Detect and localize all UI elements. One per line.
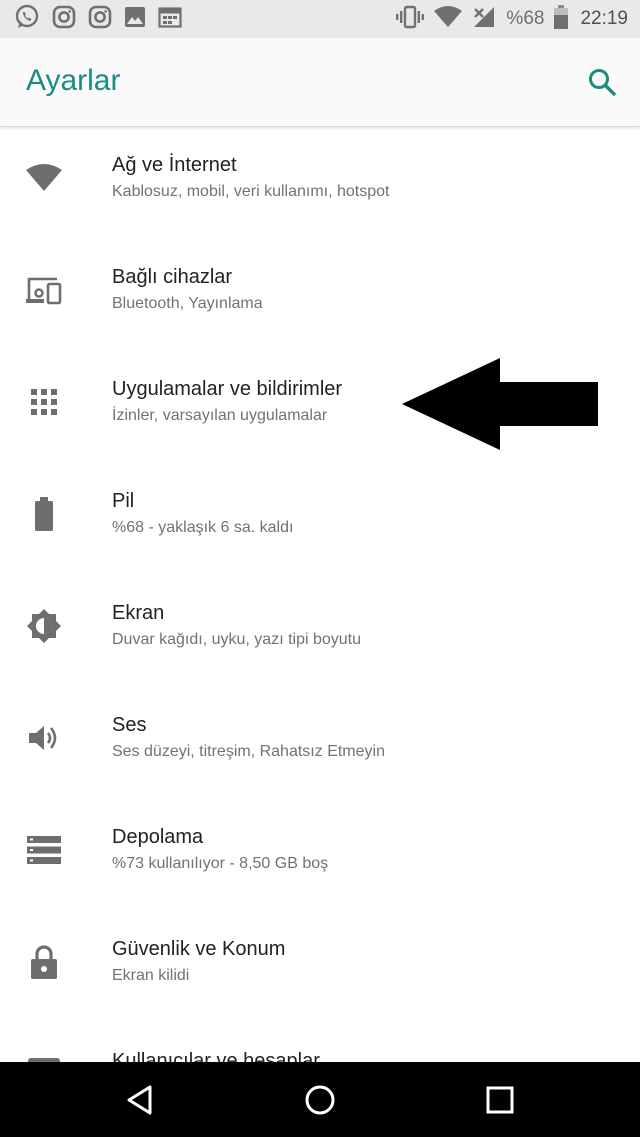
- settings-item-title: Kullanıcılar ve hesaplar: [112, 1050, 320, 1062]
- navigation-bar: [0, 1062, 640, 1137]
- settings-item-title: Güvenlik ve Konum: [112, 938, 286, 960]
- settings-item-title: Ekran: [112, 602, 165, 624]
- settings-item-title: Depolama: [112, 826, 204, 848]
- back-icon: [127, 1085, 152, 1115]
- lock-icon: [22, 940, 66, 984]
- instagram-icon: [88, 5, 112, 34]
- brightness-icon: [22, 604, 66, 648]
- settings-item-subtitle: %68 - yaklaşık 6 sa. kaldı: [112, 519, 294, 536]
- app-bar: Ayarlar: [0, 38, 640, 127]
- settings-item-connected-devices[interactable]: Bağlı cihazlar Bluetooth, Yayınlama: [0, 238, 640, 350]
- pointer-arrow-icon: [402, 358, 598, 450]
- battery-icon: [554, 4, 569, 34]
- settings-item-security-location[interactable]: Güvenlik ve Konum Ekran kilidi: [0, 910, 640, 1022]
- whatsapp-icon: [14, 4, 40, 35]
- recents-icon: [486, 1086, 514, 1114]
- account-icon: [22, 1052, 66, 1062]
- search-icon: [589, 69, 616, 96]
- image-icon: [124, 6, 146, 33]
- page-title: Ayarlar: [26, 64, 121, 97]
- wifi-icon: [22, 156, 66, 200]
- instagram-icon: [52, 5, 76, 34]
- back-button[interactable]: [120, 1080, 160, 1120]
- recents-button[interactable]: [480, 1080, 520, 1120]
- settings-item-network[interactable]: Ağ ve İnternet Kablosuz, mobil, veri kul…: [0, 126, 640, 238]
- home-icon: [305, 1085, 335, 1115]
- apps-grid-icon: [22, 380, 66, 424]
- notification-icons: [14, 4, 194, 35]
- settings-item-users-accounts[interactable]: Kullanıcılar ve hesaplar: [0, 1022, 640, 1062]
- settings-item-battery[interactable]: Pil %68 - yaklaşık 6 sa. kaldı: [0, 462, 640, 574]
- settings-item-display[interactable]: Ekran Duvar kağıdı, uyku, yazı tipi boyu…: [0, 574, 640, 686]
- settings-item-subtitle: Bluetooth, Yayınlama: [112, 295, 263, 312]
- settings-item-subtitle: Ekran kilidi: [112, 967, 190, 984]
- no-signal-icon: [472, 6, 496, 33]
- calendar-icon: [158, 6, 182, 33]
- settings-item-title: Uygulamalar ve bildirimler: [112, 378, 343, 400]
- settings-item-title: Ağ ve İnternet: [112, 154, 237, 176]
- status-bar: %68 22:19: [0, 0, 640, 38]
- settings-item-subtitle: İzinler, varsayılan uygulamalar: [112, 407, 328, 424]
- home-button[interactable]: [300, 1080, 340, 1120]
- settings-list: Ağ ve İnternet Kablosuz, mobil, veri kul…: [0, 126, 640, 1062]
- connected-devices-icon: [22, 268, 66, 312]
- settings-item-sound[interactable]: Ses Ses düzeyi, titreşim, Rahatsız Etmey…: [0, 686, 640, 798]
- clock: 22:19: [580, 8, 628, 29]
- settings-item-title: Bağlı cihazlar: [112, 266, 233, 288]
- settings-item-title: Ses: [112, 714, 147, 736]
- wifi-icon: [434, 5, 463, 33]
- system-indicators: %68 22:19: [386, 4, 628, 34]
- settings-item-subtitle: Duvar kağıdı, uyku, yazı tipi boyutu: [112, 631, 362, 648]
- battery-percent: %68: [506, 8, 545, 29]
- storage-icon: [22, 828, 66, 872]
- settings-item-subtitle: %73 kullanılıyor - 8,50 GB boş: [112, 855, 329, 872]
- settings-item-subtitle: Kablosuz, mobil, veri kullanımı, hotspot: [112, 183, 390, 200]
- battery-icon: [22, 492, 66, 536]
- settings-item-subtitle: Ses düzeyi, titreşim, Rahatsız Etmeyin: [112, 743, 385, 760]
- settings-item-storage[interactable]: Depolama %73 kullanılıyor - 8,50 GB boş: [0, 798, 640, 910]
- search-button[interactable]: [586, 66, 618, 98]
- volume-icon: [22, 716, 66, 760]
- settings-item-title: Pil: [112, 490, 135, 512]
- vibrate-icon: [396, 5, 425, 34]
